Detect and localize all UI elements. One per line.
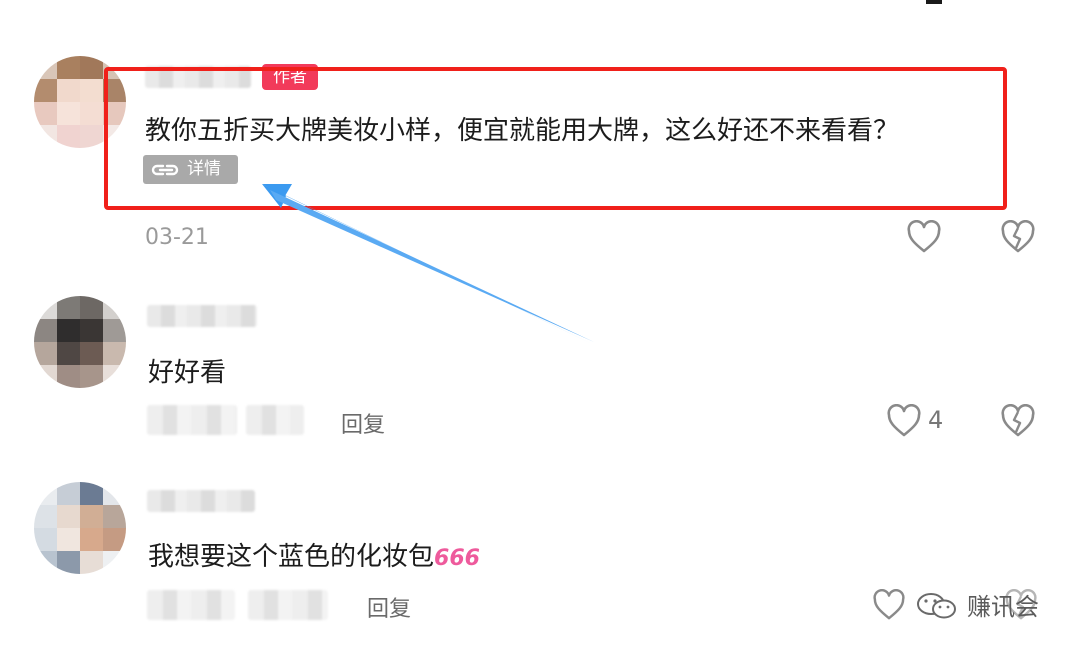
watermark-text: 赚讯会 [967, 593, 1039, 621]
annotation-arrow [262, 184, 594, 344]
wechat-icon [917, 593, 956, 619]
comment-list-screenshot: 作者 教你五折买大牌美妆小样，便宜就能用大牌，这么好还不来看看？ 详情 03-2… [0, 0, 1080, 652]
